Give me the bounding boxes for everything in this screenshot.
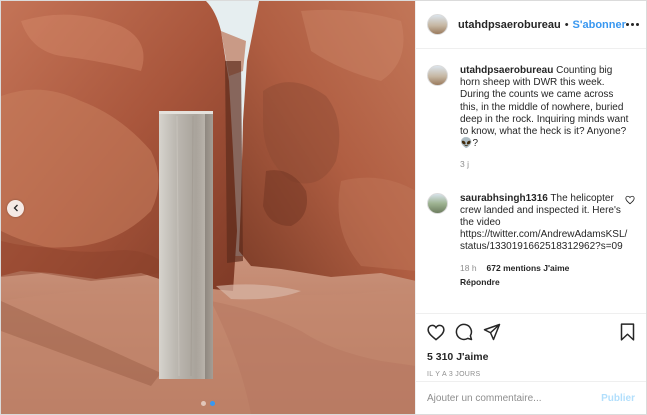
previous-photo-button[interactable] bbox=[7, 200, 24, 217]
avatar[interactable] bbox=[427, 192, 448, 214]
comment-meta: 18 h 672 mentions J'aime bbox=[460, 262, 630, 274]
post-photo[interactable] bbox=[1, 1, 415, 414]
post-username[interactable]: utahdpsaerobureau bbox=[458, 19, 561, 31]
avatar[interactable] bbox=[427, 65, 448, 86]
monolith-photo bbox=[1, 1, 415, 414]
post-time-ago: IL Y A 3 JOURS bbox=[427, 371, 481, 378]
post-actions: 5 310 J'aime IL Y A 3 JOURS bbox=[416, 313, 646, 378]
comment-username[interactable]: utahdpsaerobureau bbox=[460, 65, 553, 76]
separator-dot: • bbox=[564, 18, 569, 31]
post-side-panel: utahdpsaerobureau • S'abonner utahdpsaer… bbox=[415, 1, 646, 414]
comment-likes[interactable]: 672 mentions J'aime bbox=[487, 262, 570, 274]
heart-icon[interactable] bbox=[427, 324, 445, 341]
carousel-indicator bbox=[1, 401, 415, 406]
comment-username[interactable]: saurabhsingh1316 bbox=[460, 193, 548, 204]
share-icon[interactable] bbox=[483, 323, 501, 341]
follow-button[interactable]: S'abonner bbox=[573, 19, 626, 31]
carousel-dot bbox=[201, 401, 206, 406]
chevron-left-icon bbox=[12, 203, 20, 215]
comment-input[interactable]: Ajouter un commentaire... bbox=[427, 393, 542, 404]
more-horizontal-icon[interactable] bbox=[625, 23, 639, 26]
likes-count[interactable]: 5 310 J'aime bbox=[427, 351, 635, 363]
list-item: saurabhsingh1316 The helicopter crew lan… bbox=[427, 192, 635, 288]
caption-comment: utahdpsaerobureau Counting big horn shee… bbox=[427, 65, 635, 171]
comment-heart-icon[interactable] bbox=[625, 195, 635, 208]
reply-button[interactable]: Répondre bbox=[460, 276, 500, 288]
post-comment-button[interactable]: Publier bbox=[601, 393, 635, 404]
bookmark-icon[interactable] bbox=[620, 323, 635, 341]
instagram-post-modal: utahdpsaerobureau • S'abonner utahdpsaer… bbox=[0, 0, 647, 415]
comment-text: Counting big horn sheep with DWR this we… bbox=[460, 65, 629, 150]
post-header: utahdpsaerobureau • S'abonner bbox=[416, 1, 646, 49]
add-comment-bar: Ajouter un commentaire... Publier bbox=[416, 381, 646, 414]
avatar[interactable] bbox=[427, 14, 448, 35]
comment-meta: 3 j bbox=[460, 158, 630, 170]
comment-time[interactable]: 3 j bbox=[460, 158, 469, 170]
carousel-dot-active bbox=[210, 401, 215, 406]
comment-reply-row: Répondre bbox=[460, 276, 630, 288]
comments-list[interactable]: utahdpsaerobureau Counting big horn shee… bbox=[416, 50, 646, 313]
comment-time[interactable]: 18 h bbox=[460, 262, 477, 274]
comment-icon[interactable] bbox=[455, 323, 473, 341]
